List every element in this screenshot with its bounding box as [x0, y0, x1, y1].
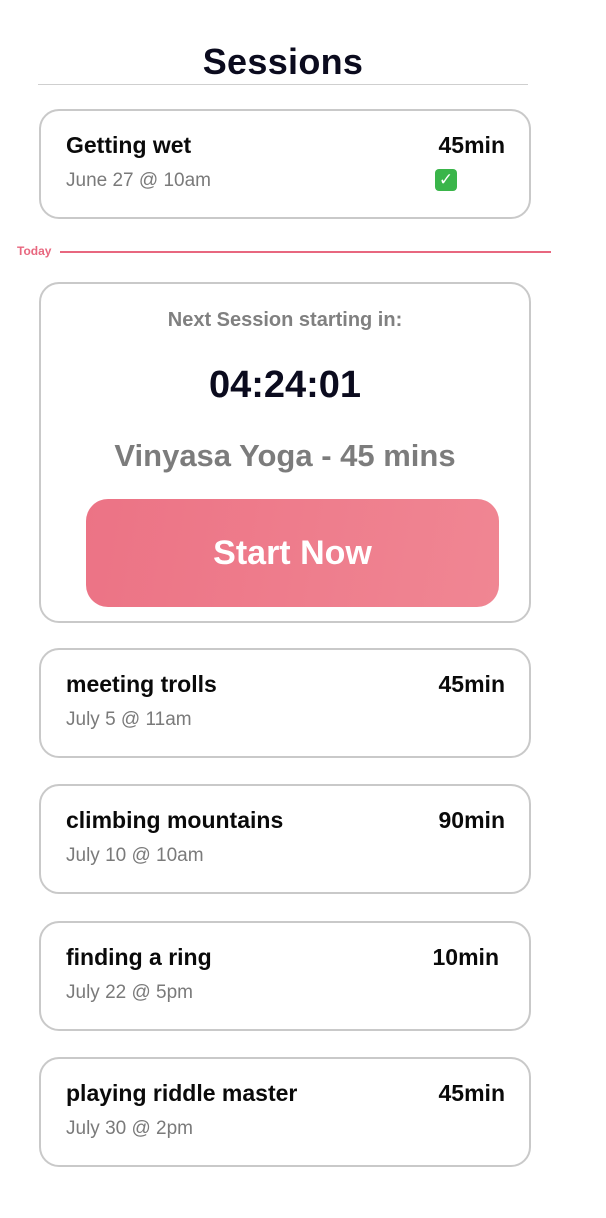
start-now-button[interactable]: Start Now: [86, 499, 499, 607]
check-mark-icon: ✓: [435, 169, 457, 191]
next-session-name: Vinyasa Yoga - 45 mins: [114, 438, 456, 473]
session-card-upcoming[interactable]: finding a ring July 22 @ 5pm 10min: [39, 921, 531, 1031]
session-title: climbing mountains: [66, 807, 284, 833]
session-date: July 30 @ 2pm: [66, 1118, 194, 1139]
session-duration: 90min: [438, 807, 505, 833]
next-session-label: Next Session starting in:: [167, 309, 403, 331]
session-date: July 10 @ 10am: [66, 845, 204, 866]
session-title: playing riddle master: [66, 1080, 298, 1106]
session-card-upcoming[interactable]: playing riddle master July 30 @ 2pm 45mi…: [39, 1057, 531, 1167]
sessions-page: Sessions Getting wet June 27 @ 10am 45mi…: [0, 0, 606, 1218]
session-duration: 10min: [432, 944, 499, 970]
page-header: Sessions: [38, 40, 528, 85]
session-date: June 27 @ 10am: [66, 170, 211, 191]
next-session-card: Next Session starting in: 04:24:01 Vinya…: [39, 282, 531, 623]
session-duration: 45min: [438, 1080, 505, 1106]
session-title: finding a ring: [66, 944, 212, 970]
session-card-upcoming[interactable]: meeting trolls July 5 @ 11am 45min: [39, 648, 531, 758]
session-title: Getting wet: [66, 132, 192, 158]
session-card-upcoming[interactable]: climbing mountains July 10 @ 10am 90min: [39, 784, 531, 894]
today-divider: Today: [17, 244, 551, 258]
page-title: Sessions: [202, 41, 364, 82]
session-date: July 5 @ 11am: [66, 709, 192, 730]
session-date: July 22 @ 5pm: [66, 982, 194, 1003]
session-card-past[interactable]: Getting wet June 27 @ 10am 45min ✓: [39, 109, 531, 219]
session-duration: 45min: [438, 132, 505, 158]
today-label: Today: [17, 244, 52, 258]
session-title: meeting trolls: [66, 671, 217, 697]
countdown-timer: 04:24:01: [208, 364, 362, 406]
session-duration: 45min: [438, 671, 505, 697]
today-rule: [60, 251, 551, 253]
